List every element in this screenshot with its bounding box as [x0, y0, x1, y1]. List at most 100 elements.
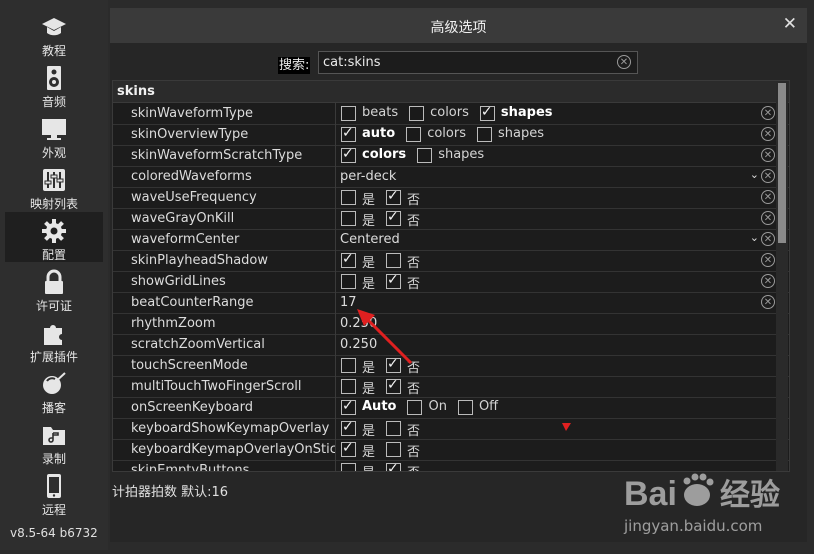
option-value-cell[interactable]: 是否	[336, 418, 766, 439]
option-choice[interactable]: 否	[381, 188, 426, 208]
reset-icon[interactable]: ✕	[761, 190, 775, 204]
checkbox[interactable]	[341, 146, 356, 163]
option-choice[interactable]: 是	[336, 189, 381, 208]
option-choice[interactable]: 否	[381, 461, 426, 471]
option-choice[interactable]: 是	[336, 210, 381, 229]
option-choice[interactable]: 否	[381, 356, 426, 376]
text-value[interactable]: 17	[340, 295, 357, 310]
checkbox[interactable]	[386, 421, 402, 436]
reset-icon[interactable]: ✕	[761, 148, 775, 162]
search-field[interactable]: ✕	[318, 51, 638, 74]
option-value-cell[interactable]: per-deck	[336, 166, 766, 187]
option-value-cell[interactable]: Centered	[336, 229, 766, 250]
option-choice[interactable]: 否	[381, 252, 426, 271]
option-choice[interactable]: 否	[381, 441, 426, 460]
checkbox[interactable]	[479, 104, 495, 121]
option-value-cell[interactable]: 是否	[336, 439, 766, 460]
checkbox[interactable]	[386, 188, 402, 205]
option-choice[interactable]: 是	[336, 419, 381, 439]
sidebar-item-2[interactable]: 外观	[5, 110, 103, 160]
checkbox[interactable]	[341, 190, 356, 205]
option-choice[interactable]: shapes	[475, 104, 559, 122]
checkbox[interactable]	[417, 148, 433, 163]
checkbox[interactable]	[341, 419, 356, 436]
text-value[interactable]: 0.250	[340, 316, 377, 331]
option-choice[interactable]: 否	[381, 377, 426, 397]
option-value-cell[interactable]: Auto On Off	[336, 397, 766, 418]
search-input[interactable]	[323, 53, 608, 71]
option-choice[interactable]: 否	[381, 209, 426, 229]
close-icon[interactable]: ✕	[783, 14, 797, 34]
option-value-cell[interactable]: 0.250	[336, 334, 766, 355]
option-choice[interactable]: colors	[404, 105, 475, 122]
option-choice[interactable]: colors	[336, 146, 412, 164]
checkbox[interactable]	[386, 272, 402, 289]
sidebar-item-8[interactable]: 录制	[5, 416, 103, 466]
reset-icon[interactable]: ✕	[761, 127, 775, 141]
option-choice[interactable]: 是	[336, 440, 381, 460]
checkbox[interactable]	[341, 125, 356, 142]
checkbox[interactable]	[386, 209, 402, 226]
reset-icon[interactable]: ✕	[761, 106, 775, 120]
option-choice[interactable]: beats	[336, 105, 404, 122]
vertical-scrollbar[interactable]	[776, 81, 788, 471]
checkbox[interactable]	[406, 127, 422, 142]
checkbox[interactable]	[341, 398, 356, 415]
option-choice[interactable]: 是	[336, 273, 381, 292]
checkbox[interactable]	[341, 440, 356, 457]
sidebar-item-3[interactable]: 映射列表	[5, 161, 103, 211]
sidebar-item-5[interactable]: 许可证	[5, 263, 103, 313]
option-value-cell[interactable]: 是否	[336, 355, 766, 376]
option-choice[interactable]: 是	[336, 378, 381, 397]
checkbox[interactable]	[386, 377, 402, 394]
sidebar-item-4[interactable]: 配置	[5, 212, 103, 262]
option-choice[interactable]: 否	[381, 420, 426, 439]
sidebar-item-0[interactable]: 教程	[5, 8, 103, 58]
checkbox[interactable]	[341, 379, 356, 394]
checkbox[interactable]	[407, 400, 423, 415]
dropdown-value[interactable]: Centered	[340, 232, 400, 247]
option-choice[interactable]: shapes	[412, 147, 490, 164]
checkbox[interactable]	[386, 442, 402, 457]
reset-icon[interactable]: ✕	[761, 253, 775, 267]
text-value[interactable]: 0.250	[340, 337, 377, 352]
option-value-cell[interactable]: auto colors shapes	[336, 124, 766, 145]
sidebar-item-6[interactable]: 扩展插件	[5, 314, 103, 364]
option-choice[interactable]: Off	[453, 399, 504, 416]
checkbox[interactable]	[386, 253, 402, 268]
option-value-cell[interactable]: 是否	[336, 208, 766, 229]
dropdown-value[interactable]: per-deck	[340, 169, 396, 184]
checkbox[interactable]	[409, 106, 425, 121]
option-value-cell[interactable]: beats colors shapes	[336, 103, 766, 124]
option-value-cell[interactable]: 是否	[336, 250, 766, 271]
checkbox[interactable]	[386, 356, 402, 373]
checkbox[interactable]	[386, 461, 402, 471]
chevron-down-icon[interactable]: ⌄	[750, 168, 759, 181]
option-choice[interactable]: shapes	[472, 126, 550, 143]
option-value-cell[interactable]: 是否	[336, 376, 766, 397]
chevron-down-icon[interactable]: ⌄	[750, 231, 759, 244]
option-choice[interactable]: colors	[401, 126, 472, 143]
option-choice[interactable]: 是	[336, 462, 381, 471]
option-value-cell[interactable]: 0.250	[336, 313, 766, 334]
option-value-cell[interactable]: 是否	[336, 187, 766, 208]
sidebar-item-1[interactable]: 音频	[5, 59, 103, 109]
reset-icon[interactable]: ✕	[761, 274, 775, 288]
checkbox[interactable]	[341, 211, 356, 226]
option-choice[interactable]: 是	[336, 251, 381, 271]
option-value-cell[interactable]: 是否	[336, 271, 766, 292]
scroll-thumb[interactable]	[778, 83, 786, 243]
sidebar-item-9[interactable]: 远程	[5, 467, 103, 517]
search-clear-icon[interactable]: ✕	[617, 55, 631, 69]
option-choice[interactable]: Auto	[336, 398, 402, 416]
reset-icon[interactable]: ✕	[761, 232, 775, 246]
checkbox[interactable]	[457, 400, 473, 415]
checkbox[interactable]	[341, 106, 356, 121]
sidebar-item-7[interactable]: 播客	[5, 365, 103, 415]
checkbox[interactable]	[341, 358, 356, 373]
checkbox[interactable]	[341, 463, 356, 471]
option-value-cell[interactable]: 17	[336, 292, 766, 313]
checkbox[interactable]	[341, 274, 356, 289]
checkbox[interactable]	[341, 251, 356, 268]
option-choice[interactable]: On	[402, 399, 452, 416]
